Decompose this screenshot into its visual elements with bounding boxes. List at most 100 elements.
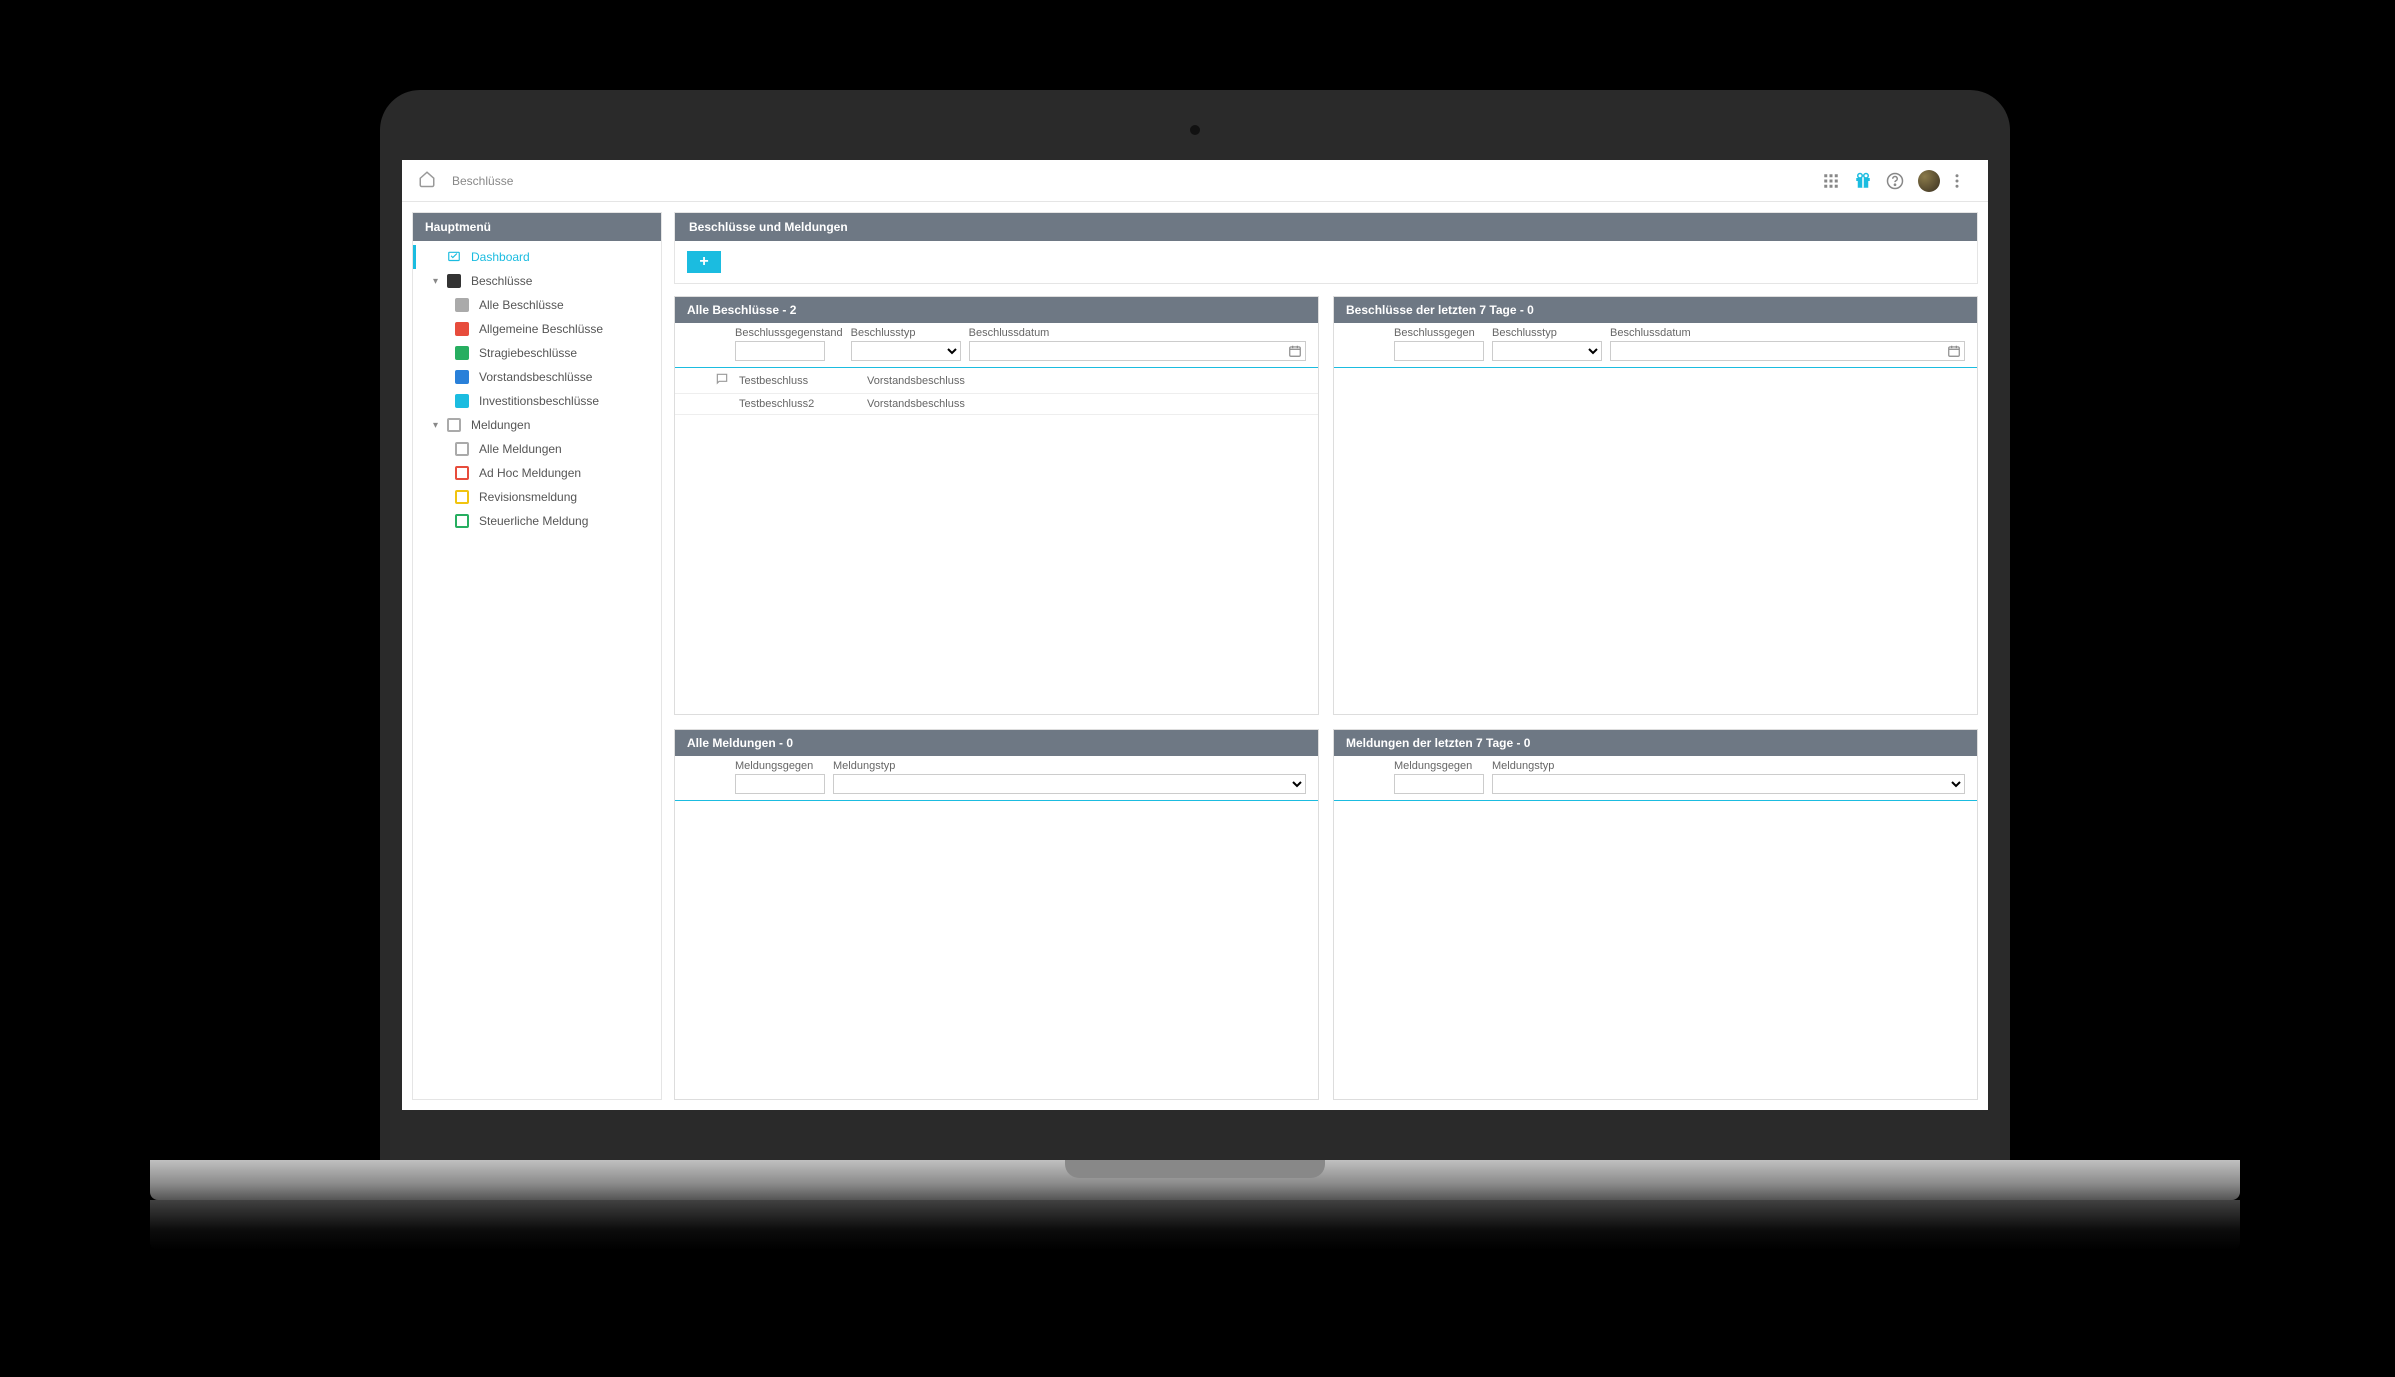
layout: Hauptmenü Dashboard ▾ Beschlüsse [402,202,1988,1110]
sidebar-item-steuer[interactable]: Steuerliche Meldung [413,509,661,533]
clipboard-icon [455,442,469,456]
gift-icon[interactable] [1854,172,1872,190]
square-icon [455,370,469,384]
sidebar-item-label: Beschlüsse [471,274,532,288]
filter-typ-select[interactable] [1492,774,1965,794]
cell-gegenstand: Testbeschluss [739,375,859,387]
sidebar: Hauptmenü Dashboard ▾ Beschlüsse [412,212,662,1100]
card-header: Alle Beschlüsse - 2 [675,297,1318,323]
menu-dots-icon[interactable] [1954,172,1972,190]
laptop-base [150,1160,2240,1200]
add-button[interactable]: + [687,251,721,273]
calendar-icon[interactable] [1288,344,1302,358]
square-icon [455,298,469,312]
filter-datum-input[interactable] [1610,341,1965,361]
cell-gegenstand: Testbeschluss2 [739,398,859,410]
clipboard-icon [455,490,469,504]
sidebar-item-label: Vorstandsbeschlüsse [479,370,592,384]
clipboard-icon [447,418,461,432]
calendar-icon[interactable] [1947,344,1961,358]
cell-typ: Vorstandsbeschluss [867,398,1027,410]
filter-datum-input[interactable] [969,341,1306,361]
sidebar-item-dashboard[interactable]: Dashboard [413,245,661,269]
card-header: Meldungen der letzten 7 Tage - 0 [1334,730,1977,756]
square-icon [455,346,469,360]
square-icon [455,322,469,336]
sidebar-item-label: Alle Meldungen [479,442,562,456]
avatar[interactable] [1918,170,1940,192]
sidebar-item-strategie[interactable]: Stragiebeschlüsse [413,341,661,365]
table-row[interactable]: Testbeschluss2 Vorstandsbeschluss [675,394,1318,415]
sidebar-item-investition[interactable]: Investitionsbeschlüsse [413,389,661,413]
sidebar-item-label: Steuerliche Meldung [479,514,588,528]
sidebar-item-meldungen[interactable]: ▾ Meldungen [413,413,661,437]
sidebar-item-label: Alle Beschlüsse [479,298,564,312]
filter-gegenstand-input[interactable] [735,341,825,361]
caret-down-icon: ▾ [433,276,443,287]
clipboard-icon [455,514,469,528]
topbar-actions [1822,170,1972,192]
card-header: Alle Meldungen - 0 [675,730,1318,756]
home-icon[interactable] [418,170,436,191]
sidebar-item-label: Ad Hoc Meldungen [479,466,581,480]
sidebar-item-label: Dashboard [471,250,530,264]
cards-grid: Alle Beschlüsse - 2 Beschlussgegenstand … [674,296,1978,1100]
col-header: Beschlusstyp [851,327,961,339]
card-beschluesse-7tage: Beschlüsse der letzten 7 Tage - 0 Beschl… [1333,296,1978,715]
laptop-notch [1065,1160,1325,1178]
topbar: Beschlüsse [402,160,1988,202]
sidebar-item-allgemeine[interactable]: Allgemeine Beschlüsse [413,317,661,341]
sidebar-item-beschluesse[interactable]: ▾ Beschlüsse [413,269,661,293]
caret-down-icon: ▾ [433,420,443,431]
help-icon[interactable] [1886,172,1904,190]
filter-typ-select[interactable] [1492,341,1602,361]
filter-gegenstand-input[interactable] [1394,774,1484,794]
screen: Beschlüsse Haup [402,160,1988,1110]
col-header: Beschlussgegen [1394,327,1484,339]
col-header: Meldungstyp [833,760,1306,772]
col-header: Beschlussdatum [969,327,1306,339]
col-header: Beschlussdatum [1610,327,1965,339]
sidebar-header: Hauptmenü [413,213,661,241]
dashboard-icon [447,250,461,264]
filter-row: Meldungsgegen Meldungstyp [1334,756,1977,798]
main-header: Beschlüsse und Meldungen [675,213,1977,241]
sidebar-item-alle-meldungen[interactable]: Alle Meldungen [413,437,661,461]
sidebar-item-label: Revisionsmeldung [479,490,577,504]
sidebar-item-label: Investitionsbeschlüsse [479,394,599,408]
folder-icon [447,274,461,288]
laptop-reflection [150,1200,2240,1250]
col-header: Meldungsgegen [735,760,825,772]
filter-typ-select[interactable] [851,341,961,361]
camera-dot [1190,125,1200,135]
filter-typ-select[interactable] [833,774,1306,794]
filter-gegenstand-input[interactable] [1394,341,1484,361]
table-row[interactable]: Testbeschluss Vorstandsbeschluss [675,368,1318,394]
plus-icon: + [699,253,708,271]
breadcrumb[interactable]: Beschlüsse [452,174,513,188]
filter-row: Beschlussgegen Beschlusstyp Beschlussdat… [1334,323,1977,365]
laptop-frame: Beschlüsse Haup [380,90,2010,1170]
filter-row: Meldungsgegen Meldungstyp [675,756,1318,798]
filter-row: Beschlussgegenstand Beschlusstyp Beschlu… [675,323,1318,365]
apps-grid-icon[interactable] [1822,172,1840,190]
main-panel: Beschlüsse und Meldungen + [674,212,1978,284]
col-header: Meldungsgegen [1394,760,1484,772]
filter-gegenstand-input[interactable] [735,774,825,794]
sidebar-item-revision[interactable]: Revisionsmeldung [413,485,661,509]
clipboard-icon [455,466,469,480]
chat-icon [715,372,731,389]
sidebar-item-vorstand[interactable]: Vorstandsbeschlüsse [413,365,661,389]
card-header: Beschlüsse der letzten 7 Tage - 0 [1334,297,1977,323]
main: Beschlüsse und Meldungen + Alle Beschlüs… [674,212,1978,1100]
card-meldungen-7tage: Meldungen der letzten 7 Tage - 0 Meldung… [1333,729,1978,1101]
square-icon [455,394,469,408]
col-header: Meldungstyp [1492,760,1965,772]
sidebar-item-adhoc[interactable]: Ad Hoc Meldungen [413,461,661,485]
side-tree: Dashboard ▾ Beschlüsse Alle Beschlüsse A… [413,241,661,537]
sidebar-item-alle-beschluesse[interactable]: Alle Beschlüsse [413,293,661,317]
sidebar-item-label: Meldungen [471,418,530,432]
cell-typ: Vorstandsbeschluss [867,375,1027,387]
card-alle-meldungen: Alle Meldungen - 0 Meldungsgegen Meldung… [674,729,1319,1101]
sidebar-item-label: Stragiebeschlüsse [479,346,577,360]
